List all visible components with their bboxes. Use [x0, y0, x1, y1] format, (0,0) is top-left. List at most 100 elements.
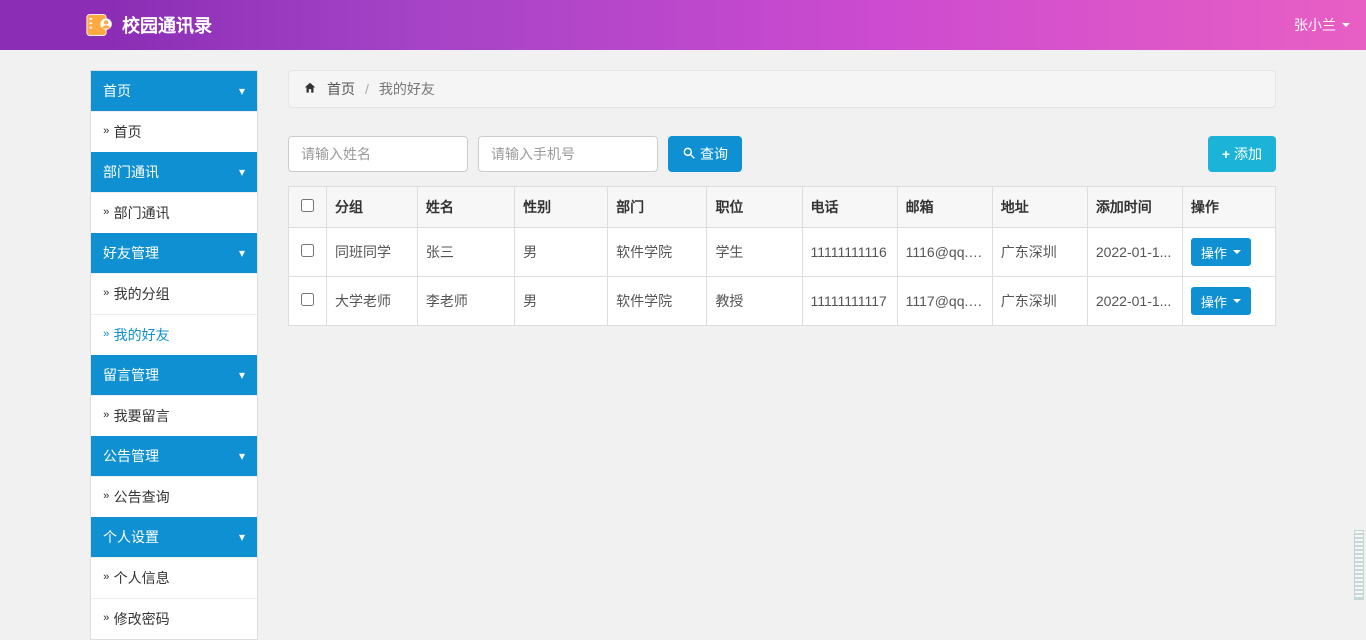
cell-email: 1116@qq.com	[897, 228, 992, 277]
row-action-label: 操作	[1201, 243, 1227, 262]
col-header-address: 地址	[992, 187, 1087, 228]
row-checkbox[interactable]	[301, 244, 314, 257]
cell-title: 学生	[707, 228, 802, 277]
row-checkbox[interactable]	[301, 293, 314, 306]
cell-group: 大学老师	[327, 277, 418, 326]
col-header-title: 职位	[707, 187, 802, 228]
sidebar-group-settings[interactable]: 个人设置 ▾	[91, 517, 257, 557]
brand[interactable]: 校园通讯录	[86, 11, 212, 39]
sidebar-group-dept[interactable]: 部门通讯 ▾	[91, 152, 257, 192]
row-action-button[interactable]: 操作	[1191, 238, 1251, 266]
chevron-down-icon: ▾	[239, 368, 245, 382]
search-icon	[682, 146, 696, 163]
angle-double-right-icon: »	[103, 411, 110, 422]
scrollbar-indicator	[1354, 530, 1364, 600]
sidebar-item-label: 我的分组	[114, 284, 170, 304]
sidebar-group-friends[interactable]: 好友管理 ▾	[91, 233, 257, 273]
breadcrumb-current: 我的好友	[379, 79, 435, 99]
table-row: 同班同学 张三 男 软件学院 学生 11111111116 1116@qq.co…	[289, 228, 1276, 277]
sidebar: 首页 ▾ » 首页 部门通讯 ▾ » 部门通讯 好友管理 ▾ » 我的分组 » …	[90, 70, 258, 640]
breadcrumb: 首页 / 我的好友	[288, 70, 1276, 108]
cell-gender: 男	[515, 228, 608, 277]
cell-created: 2022-01-1...	[1087, 277, 1182, 326]
friends-table: 分组 姓名 性别 部门 职位 电话 邮箱 地址 添加时间 操作	[288, 186, 1276, 326]
sidebar-item-leave-message[interactable]: » 我要留言	[91, 395, 257, 436]
sidebar-item-profile[interactable]: » 个人信息	[91, 557, 257, 598]
col-header-email: 邮箱	[897, 187, 992, 228]
angle-double-right-icon: »	[103, 573, 110, 584]
angle-double-right-icon: »	[103, 208, 110, 219]
chevron-down-icon: ▾	[239, 449, 245, 463]
sidebar-group-home[interactable]: 首页 ▾	[91, 71, 257, 111]
sidebar-item-dept-contacts[interactable]: » 部门通讯	[91, 192, 257, 233]
angle-double-right-icon: »	[103, 330, 110, 341]
user-name: 张小兰	[1294, 15, 1336, 35]
cell-address: 广东深圳	[992, 228, 1087, 277]
add-button[interactable]: +添加	[1208, 136, 1276, 172]
row-action-button[interactable]: 操作	[1191, 287, 1251, 315]
home-icon	[303, 81, 317, 98]
cell-name: 李老师	[417, 277, 514, 326]
sidebar-item-my-groups[interactable]: » 我的分组	[91, 273, 257, 314]
cell-name: 张三	[417, 228, 514, 277]
col-header-created: 添加时间	[1087, 187, 1182, 228]
col-header-phone: 电话	[802, 187, 897, 228]
col-header-dept: 部门	[608, 187, 707, 228]
phone-input[interactable]	[478, 136, 658, 172]
chevron-down-icon: ▾	[239, 84, 245, 98]
sidebar-group-messages[interactable]: 留言管理 ▾	[91, 355, 257, 395]
sidebar-group-label: 首页	[103, 81, 131, 101]
cell-group: 同班同学	[327, 228, 418, 277]
user-menu[interactable]: 张小兰	[1294, 15, 1350, 35]
sidebar-group-label: 个人设置	[103, 527, 159, 547]
row-action-label: 操作	[1201, 292, 1227, 311]
sidebar-item-label: 我要留言	[114, 406, 170, 426]
add-button-label: 添加	[1234, 144, 1262, 164]
sidebar-group-label: 好友管理	[103, 243, 159, 263]
main-container: 首页 ▾ » 首页 部门通讯 ▾ » 部门通讯 好友管理 ▾ » 我的分组 » …	[90, 70, 1276, 640]
cell-dept: 软件学院	[608, 277, 707, 326]
select-all-checkbox[interactable]	[301, 199, 314, 212]
sidebar-item-label: 修改密码	[114, 609, 170, 629]
brand-icon	[86, 11, 114, 39]
angle-double-right-icon: »	[103, 492, 110, 503]
sidebar-group-notices[interactable]: 公告管理 ▾	[91, 436, 257, 476]
breadcrumb-root[interactable]: 首页	[327, 79, 355, 99]
sidebar-item-home[interactable]: » 首页	[91, 111, 257, 152]
top-navbar: 校园通讯录 张小兰	[0, 0, 1366, 50]
cell-title: 教授	[707, 277, 802, 326]
cell-phone: 11111111116	[802, 228, 897, 277]
angle-double-right-icon: »	[103, 289, 110, 300]
cell-phone: 11111111117	[802, 277, 897, 326]
col-header-gender: 性别	[515, 187, 608, 228]
sidebar-group-label: 留言管理	[103, 365, 159, 385]
search-toolbar: 查询 +添加	[288, 136, 1276, 172]
table-row: 大学老师 李老师 男 软件学院 教授 11111111117 1117@qq.c…	[289, 277, 1276, 326]
sidebar-item-notice-query[interactable]: » 公告查询	[91, 476, 257, 517]
col-header-name: 姓名	[417, 187, 514, 228]
query-button-label: 查询	[700, 144, 728, 164]
sidebar-item-label: 我的好友	[114, 325, 170, 345]
cell-gender: 男	[515, 277, 608, 326]
sidebar-item-label: 个人信息	[114, 568, 170, 588]
chevron-down-icon: ▾	[239, 246, 245, 260]
chevron-down-icon: ▾	[239, 165, 245, 179]
sidebar-item-label: 首页	[114, 122, 142, 142]
name-input[interactable]	[288, 136, 468, 172]
chevron-down-icon	[1342, 23, 1350, 27]
brand-title: 校园通讯录	[122, 12, 212, 38]
cell-address: 广东深圳	[992, 277, 1087, 326]
sidebar-item-label: 部门通讯	[114, 203, 170, 223]
col-header-group: 分组	[327, 187, 418, 228]
sidebar-item-my-friends[interactable]: » 我的好友	[91, 314, 257, 355]
sidebar-item-change-password[interactable]: » 修改密码	[91, 598, 257, 639]
angle-double-right-icon: »	[103, 127, 110, 138]
chevron-down-icon	[1233, 250, 1241, 254]
sidebar-group-label: 公告管理	[103, 446, 159, 466]
plus-icon: +	[1222, 146, 1230, 162]
friends-table-wrap: 分组 姓名 性别 部门 职位 电话 邮箱 地址 添加时间 操作	[288, 186, 1276, 326]
chevron-down-icon	[1233, 299, 1241, 303]
query-button[interactable]: 查询	[668, 136, 742, 172]
angle-double-right-icon: »	[103, 614, 110, 625]
breadcrumb-separator: /	[365, 81, 369, 97]
